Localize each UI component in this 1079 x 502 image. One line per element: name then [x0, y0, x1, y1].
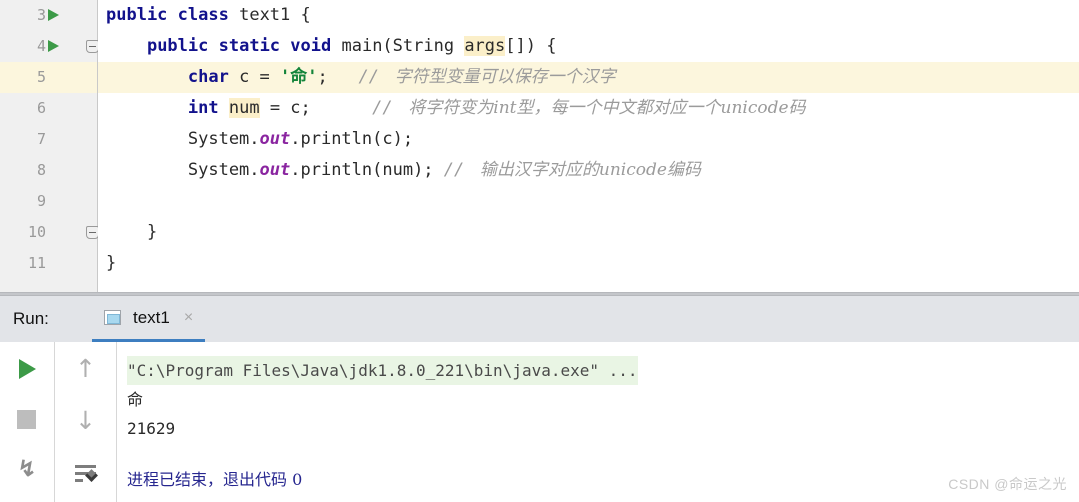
code-token: }	[106, 253, 117, 273]
code-token: out	[259, 160, 291, 180]
code-token: //	[358, 67, 390, 87]
close-icon[interactable]: ×	[184, 309, 193, 326]
code-token: public	[146, 36, 209, 56]
run-panel-label: Run:	[13, 309, 49, 328]
stop-icon[interactable]	[14, 406, 40, 432]
gutter-row[interactable]: 7	[0, 124, 97, 155]
console-command-line: "C:\Program Files\Java\jdk1.8.0_221\bin\…	[127, 356, 638, 385]
gutter-row[interactable]: 8	[0, 155, 97, 186]
run-panel-body: ↯ ↑ ↓ "C:\Program Files\Java\jdk1.8.0_22…	[0, 342, 1079, 502]
code-token: .println(c);	[290, 129, 414, 149]
code-token: public	[106, 5, 168, 25]
code-line[interactable]: char c = '命'; // 字符型变量可以保存一个汉字	[98, 62, 1079, 93]
code-token: }	[106, 222, 158, 242]
line-number: 6	[36, 99, 46, 117]
line-number: 9	[36, 192, 46, 210]
trace-icon[interactable]: ↯	[14, 456, 40, 482]
gutter-row[interactable]: 5	[0, 62, 97, 93]
console-output-char: 命	[127, 390, 144, 409]
code-token: c =	[228, 67, 281, 87]
code-line[interactable]: System.out.println(c);	[98, 124, 1079, 155]
line-number: 7	[36, 130, 46, 148]
code-line[interactable]	[98, 186, 1079, 217]
line-number: 10	[27, 223, 46, 241]
watermark: CSDN @命运之光	[948, 476, 1067, 492]
up-arrow-icon[interactable]: ↑	[73, 356, 99, 382]
console-exit-message: 进程已结束，退出代码 0	[127, 470, 303, 489]
rerun-icon[interactable]	[14, 356, 40, 382]
down-arrow-icon[interactable]: ↓	[73, 408, 99, 434]
code-token: []) {	[505, 36, 557, 56]
run-toolbar-primary: ↯	[0, 342, 55, 502]
line-number: 3	[36, 6, 46, 24]
run-toolbar-secondary: ↑ ↓	[55, 342, 117, 502]
gutter-row[interactable]: 4	[0, 31, 99, 62]
run-tab-text1[interactable]: text1 ×	[92, 296, 206, 342]
gutter-row[interactable]: 6	[0, 93, 97, 124]
code-token: 将字符变为int型，每一个中文都对应一个unicode码	[402, 98, 806, 118]
code-line[interactable]: System.out.println(num); // 输出汉字对应的unico…	[98, 155, 1079, 186]
code-token: .println(num);	[290, 160, 444, 180]
code-line[interactable]: }	[98, 217, 1079, 248]
code-token: num	[228, 98, 260, 118]
code-token: void	[290, 36, 332, 56]
console-window-icon	[104, 310, 121, 325]
code-token: out	[259, 129, 291, 149]
line-number: 4	[36, 37, 46, 55]
code-line[interactable]: public static void main(String args[]) {	[98, 31, 1079, 62]
code-editor[interactable]: 3 4 5 6 7 8 9 10 11 public class text1 { public …	[0, 0, 1079, 292]
soft-wrap-icon[interactable]	[73, 460, 99, 486]
line-number: 11	[27, 254, 46, 272]
code-token: System.	[106, 160, 260, 180]
code-content[interactable]: public class text1 { public static void …	[98, 0, 1079, 292]
run-gutter-icon[interactable]	[48, 9, 59, 21]
ide-window: 3 4 5 6 7 8 9 10 11 public class text1 { public …	[0, 0, 1079, 502]
code-token: text1 {	[228, 5, 311, 25]
line-number: 8	[36, 161, 46, 179]
code-token: args	[464, 36, 506, 56]
editor-gutter[interactable]: 3 4 5 6 7 8 9 10 11	[0, 0, 99, 292]
code-token: //	[443, 160, 475, 180]
gutter-row[interactable]: 10	[0, 217, 99, 248]
run-tool-window: Run: text1 × ↯ ↑ ↓ "C:\Program Files\Jav…	[0, 296, 1079, 502]
code-token: //	[372, 98, 403, 118]
code-token: static	[218, 36, 281, 56]
code-token: 字符型变量可以保存一个汉字	[389, 67, 616, 87]
run-panel-header: Run: text1 ×	[0, 296, 1079, 342]
run-tab-label: text1	[133, 307, 170, 327]
line-number: 5	[36, 68, 46, 86]
code-token: main(String	[331, 36, 465, 56]
gutter-row[interactable]: 3	[0, 0, 97, 31]
code-line[interactable]: public class text1 {	[98, 0, 1079, 31]
code-token: '命'	[280, 67, 318, 87]
code-token: char	[187, 67, 229, 87]
run-gutter-icon[interactable]	[48, 40, 59, 52]
code-token: ;	[317, 67, 359, 87]
code-line[interactable]: }	[98, 248, 1079, 279]
gutter-row[interactable]: 9	[0, 186, 97, 217]
code-token: = c;	[259, 98, 373, 118]
code-line[interactable]: int num = c; // 将字符变为int型，每一个中文都对应一个unic…	[98, 93, 1079, 124]
code-token: 输出汉字对应的unicode编码	[474, 160, 701, 180]
code-token: int	[187, 98, 219, 118]
code-token: class	[177, 5, 229, 25]
console-output-number: 21629	[127, 419, 176, 438]
code-token: System.	[106, 129, 260, 149]
console-output[interactable]: "C:\Program Files\Java\jdk1.8.0_221\bin\…	[117, 342, 1079, 502]
gutter-row[interactable]: 11	[0, 248, 97, 279]
